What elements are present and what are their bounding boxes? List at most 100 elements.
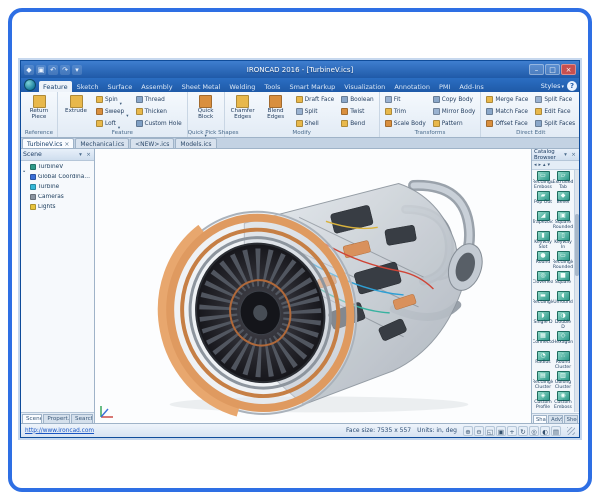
expand-icon[interactable] <box>23 162 28 172</box>
undo-icon[interactable]: ↶ <box>48 65 58 75</box>
ribbon-tab[interactable]: Welding <box>225 81 259 92</box>
ribbon-tab[interactable]: Tools <box>260 81 284 92</box>
catalog-item[interactable]: ▦ Connector <box>533 331 553 351</box>
ribbon-tab[interactable]: PMI <box>435 81 454 92</box>
catalog-tab[interactable]: Shapes <box>533 415 547 423</box>
tree-item[interactable]: Cameras <box>29 192 93 202</box>
ribbon-button[interactable]: Split Face <box>533 94 577 105</box>
catalog-item[interactable]: ▮ Keyway Slot <box>533 231 553 251</box>
viewport[interactable] <box>95 149 531 423</box>
ribbon-button[interactable]: Twist <box>339 106 375 117</box>
zoom-in-icon[interactable]: ⊕ <box>463 426 473 436</box>
catalog-item[interactable]: ◢ Trapezoid <box>533 211 553 231</box>
catalog-item[interactable]: ◉ Custom Emboss <box>553 391 573 411</box>
tree-item[interactable]: TurbineV <box>22 162 93 172</box>
pin-icon[interactable]: ▾ <box>562 152 569 158</box>
ribbon-button[interactable]: Chamfer Edges <box>228 94 258 129</box>
close-tab-icon[interactable] <box>64 141 69 148</box>
catalog-tab[interactable]: AdvSha <box>548 415 562 423</box>
quick-access-menu-icon[interactable]: ▾ <box>72 65 82 75</box>
catalog-item[interactable]: ◈ Custom Profile <box>533 391 553 411</box>
catalog-item[interactable]: ▭ Rectangular Emboss <box>533 171 553 191</box>
minimize-button[interactable]: – <box>529 64 544 75</box>
ribbon-button[interactable]: Trim <box>383 106 428 117</box>
styles-dropdown[interactable]: Styles <box>541 82 564 90</box>
zoom-out-icon[interactable]: ⊖ <box>474 426 484 436</box>
ribbon-button[interactable]: Edit Face <box>533 106 577 117</box>
ribbon-button[interactable]: Loft <box>94 118 131 129</box>
catalog-item[interactable]: ◆ Bevel <box>553 191 573 211</box>
ribbon-tab[interactable]: Visualization <box>340 81 389 92</box>
ribbon-button[interactable]: Return Piece <box>24 94 54 129</box>
ribbon-button[interactable]: Thicken <box>134 106 184 117</box>
catalog-item[interactable]: ▱ Extruded Tab <box>553 171 573 191</box>
catalog-item[interactable]: ∴ Round Cluster <box>553 351 573 371</box>
ribbon-button[interactable]: Boolean <box>339 94 375 105</box>
scrollbar-thumb[interactable] <box>575 214 579 277</box>
catalog-item[interactable]: ▭ Rectangle Rounded <box>553 251 573 271</box>
catalog-item[interactable]: ◇ Hexagon <box>553 331 573 351</box>
catalog-item[interactable]: ◎ Cloverleaf <box>533 271 553 291</box>
ribbon-button[interactable]: Shell <box>294 118 337 129</box>
ribbon-button[interactable]: Split <box>294 106 337 117</box>
fit-scene-icon[interactable]: ▣ <box>496 426 506 436</box>
panel-tab[interactable]: Search <box>71 414 93 423</box>
ribbon-tab[interactable]: Sketch <box>73 81 103 92</box>
ribbon-tab[interactable]: Feature <box>39 81 72 92</box>
pin-icon[interactable]: ▾ <box>77 152 84 158</box>
ribbon-button[interactable]: Pattern <box>431 118 478 129</box>
document-tab[interactable]: Mechanical.ics <box>75 138 129 148</box>
close-panel-icon[interactable]: × <box>570 152 577 158</box>
document-tab[interactable]: TurbineV.ics <box>22 138 74 148</box>
ribbon-button[interactable]: Draft Face <box>294 94 337 105</box>
maximize-button[interactable]: □ <box>545 64 560 75</box>
ribbon-tab[interactable]: Smart Markup <box>285 81 339 92</box>
help-button[interactable]: ? <box>567 81 577 91</box>
catalog-item[interactable]: ▥ Oblong Cluster <box>553 371 573 391</box>
ribbon-button[interactable]: Custom Hole <box>134 118 184 129</box>
ribbon-button[interactable]: Thread <box>134 94 184 105</box>
catalog-item[interactable]: ◑ Double D <box>553 311 573 331</box>
ribbon-button[interactable]: Mirror Body <box>431 106 478 117</box>
back-icon[interactable]: ◂ <box>534 162 537 168</box>
pan-icon[interactable]: + <box>507 426 517 436</box>
tree-item[interactable]: Global Coordinate System <box>29 172 93 182</box>
app-icon[interactable]: ◆ <box>24 65 34 75</box>
display-options-icon[interactable]: ▤ <box>551 426 561 436</box>
ribbon-button[interactable]: Merge Face <box>484 94 530 105</box>
ribbon-button[interactable]: Bend <box>339 118 375 129</box>
ribbon-button[interactable]: Split Faces <box>533 118 577 129</box>
catalog-item[interactable]: ◗ Single D <box>533 311 553 331</box>
catalog-item[interactable]: ▯ Keyway In <box>553 231 573 251</box>
catalog-item[interactable]: ▣ Square Rounded <box>553 211 573 231</box>
ribbon-button[interactable]: Blend Edges <box>261 94 291 129</box>
ribbon-tab[interactable]: Annotation <box>390 81 434 92</box>
app-menu-button[interactable] <box>24 79 36 91</box>
ribbon-button[interactable]: Scale Body <box>383 118 428 129</box>
catalog-menu-icon[interactable]: ▾ <box>548 162 551 168</box>
forward-icon[interactable]: ▸ <box>539 162 542 168</box>
ribbon-button[interactable]: Sweep <box>94 106 131 117</box>
close-panel-icon[interactable]: × <box>85 152 92 158</box>
look-at-icon[interactable]: ◎ <box>529 426 539 436</box>
ironcad-link[interactable]: http://www.ironcad.com <box>25 428 94 434</box>
catalog-tab[interactable]: SheetM <box>564 415 578 423</box>
catalog-item[interactable]: ▤ Rectangle Cluster <box>533 371 553 391</box>
catalog-scrollbar[interactable] <box>574 170 579 412</box>
ribbon-button[interactable]: Match Face <box>484 106 530 117</box>
up-icon[interactable]: ▴ <box>543 162 546 168</box>
ribbon-button[interactable]: Spin <box>94 94 131 105</box>
document-tab[interactable]: Models.ics <box>175 138 216 148</box>
catalog-item[interactable]: ◔ Radius <box>533 351 553 371</box>
panel-tab[interactable]: Scene <box>22 414 42 423</box>
catalog-item[interactable]: ▰ Pop Out <box>533 191 553 211</box>
catalog-item[interactable]: ▬ Rectangle <box>533 291 553 311</box>
panel-tab[interactable]: Propert... <box>43 414 70 423</box>
ribbon-tab[interactable]: Surface <box>103 81 136 92</box>
document-tab[interactable]: <NEW>.ics <box>130 138 174 148</box>
catalog-item[interactable]: ◖ Unround <box>553 291 573 311</box>
ribbon-tab[interactable]: Sheet Metal <box>178 81 225 92</box>
zoom-window-icon[interactable]: ◱ <box>485 426 495 436</box>
resize-grip[interactable] <box>567 427 575 435</box>
catalog-item[interactable]: ● Round <box>533 251 553 271</box>
